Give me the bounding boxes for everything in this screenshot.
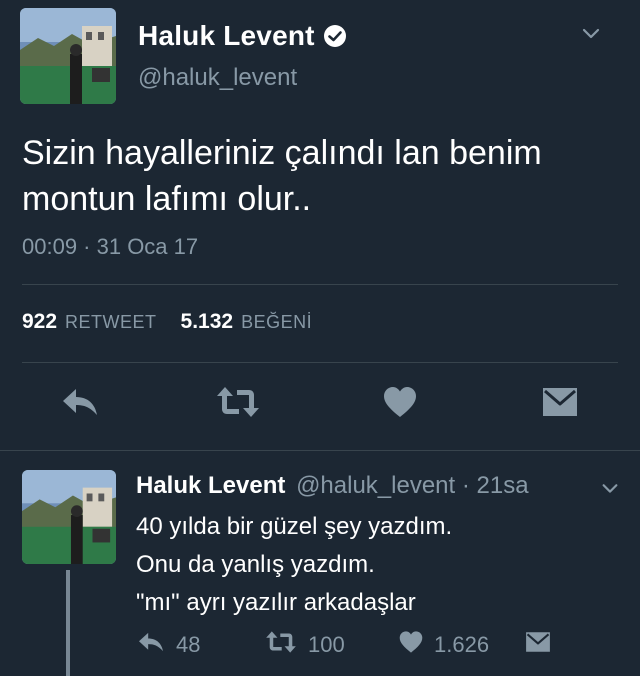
reply-count: 48 xyxy=(176,631,201,657)
direct-message-button[interactable] xyxy=(538,382,582,426)
tweet-text: Sizin hayalleriniz çalındı lan benim mon… xyxy=(22,130,622,222)
author-handle[interactable]: @haluk_levent xyxy=(138,64,297,92)
author-row: Haluk Levent xyxy=(138,20,347,52)
reply-header: Haluk Levent @haluk_levent · 21sa xyxy=(136,472,529,500)
separator-dot: · xyxy=(461,472,470,499)
heart-icon xyxy=(382,385,418,424)
author-name[interactable]: Haluk Levent xyxy=(138,20,315,52)
retweet-button[interactable] xyxy=(216,382,260,426)
tweet-text-line: 40 yılda bir güzel şey yazdım. xyxy=(136,513,453,540)
like-label[interactable]: BEĞENİ xyxy=(241,312,312,333)
reply-icon xyxy=(136,630,166,659)
retweet-count[interactable]: 922 xyxy=(22,310,57,334)
chevron-down-icon[interactable] xyxy=(600,478,620,498)
tweet-timestamp[interactable]: 00:09 · 31 Oca 17 xyxy=(22,234,198,260)
thread-connector-line xyxy=(66,570,70,676)
retweet-button[interactable]: 100 xyxy=(264,630,345,659)
author-handle[interactable]: @haluk_levent xyxy=(296,472,455,499)
reply-button[interactable]: 48 xyxy=(136,630,200,659)
retweet-label[interactable]: RETWEET xyxy=(65,312,157,333)
like-count: 1.626 xyxy=(434,631,490,657)
like-button[interactable] xyxy=(378,382,422,426)
tweet-time[interactable]: 21sa xyxy=(477,472,529,499)
tweet-text-line: "mı" ayrı yazılır arkadaşlar xyxy=(136,589,416,616)
tweet-stats: 922 RETWEET 5.132 BEĞENİ xyxy=(22,310,328,334)
verified-badge-icon xyxy=(323,24,347,48)
divider xyxy=(0,450,640,451)
avatar[interactable] xyxy=(20,8,116,104)
direct-message-button[interactable] xyxy=(524,630,552,659)
divider xyxy=(22,284,618,285)
heart-icon xyxy=(398,630,424,659)
message-icon xyxy=(524,630,552,659)
chevron-down-icon[interactable] xyxy=(580,22,602,44)
tweet-text-line: montun lafımı olur.. xyxy=(22,180,312,218)
tweet-action-bar xyxy=(0,382,640,432)
avatar[interactable] xyxy=(22,470,116,564)
divider xyxy=(22,362,618,363)
retweet-icon xyxy=(215,385,261,424)
like-button[interactable]: 1.626 xyxy=(398,630,489,659)
tweet-text-line: Onu da yanlış yazdım. xyxy=(136,551,375,578)
message-icon xyxy=(540,385,580,424)
tweet-detail-screen: Haluk Levent @haluk_levent Sizin hayalle… xyxy=(0,0,640,676)
reply-button[interactable] xyxy=(58,382,102,426)
tweet-action-bar: 48 100 1.626 xyxy=(136,630,616,666)
tweet-text: 40 yılda bir güzel şey yazdım. Onu da ya… xyxy=(136,508,452,622)
reply-icon xyxy=(60,385,100,424)
author-name[interactable]: Haluk Levent xyxy=(136,472,285,499)
retweet-icon xyxy=(264,630,298,659)
tweet-text-line: Sizin hayalleriniz çalındı lan benim xyxy=(22,134,542,172)
like-count[interactable]: 5.132 xyxy=(181,310,234,334)
retweet-count: 100 xyxy=(308,631,345,657)
